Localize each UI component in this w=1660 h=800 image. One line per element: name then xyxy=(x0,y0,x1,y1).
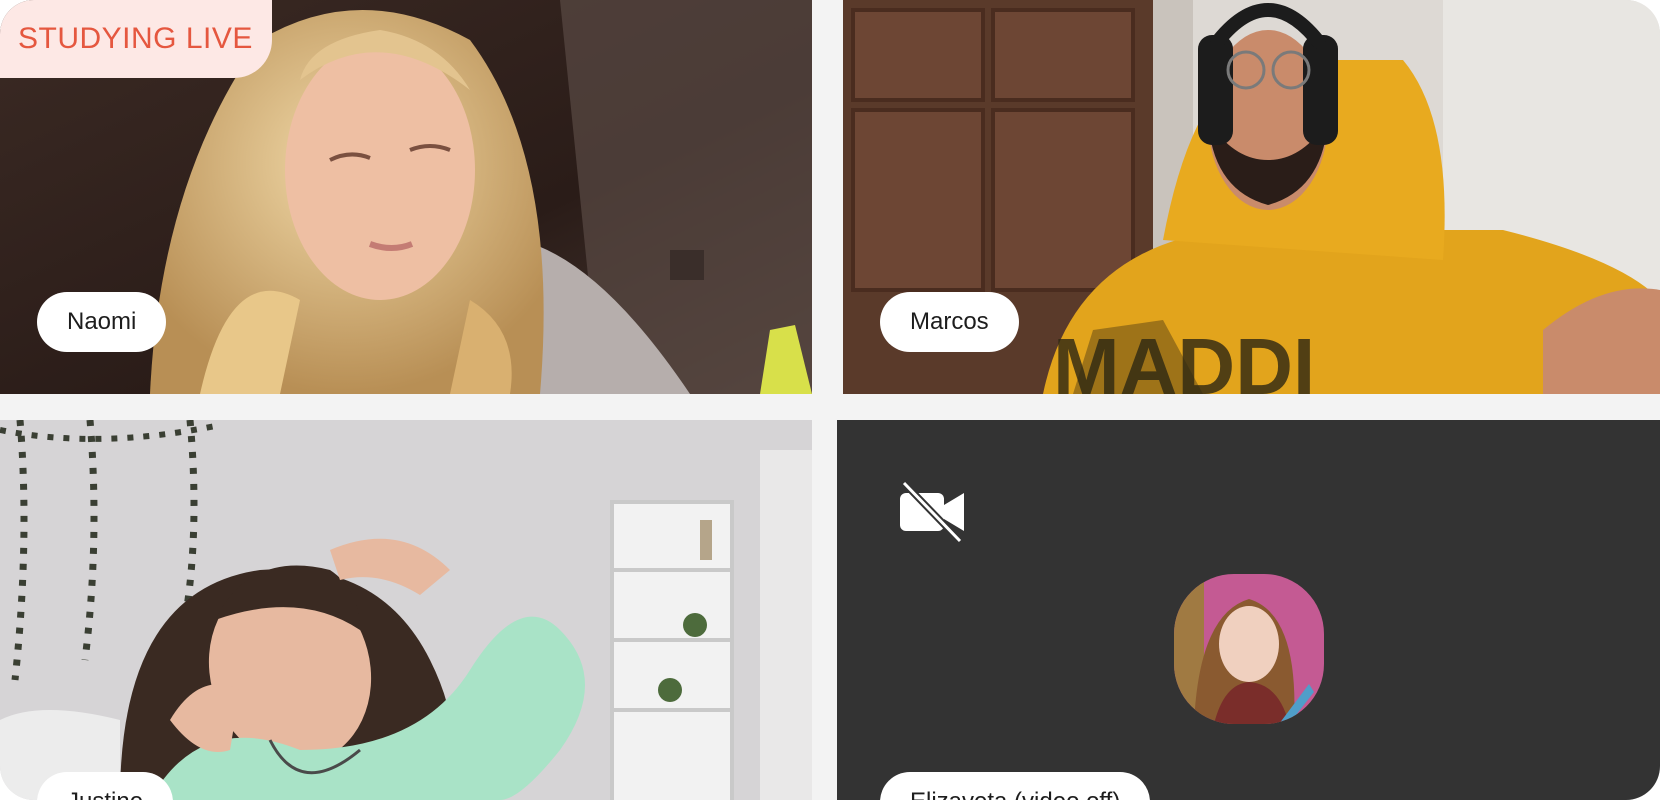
video-tile-justine[interactable]: Justine xyxy=(0,420,812,800)
video-call-grid: STUDYING LIVE Naomi MADDI Marcos xyxy=(0,0,1660,800)
video-tile-naomi[interactable]: STUDYING LIVE Naomi xyxy=(0,0,812,394)
video-off-icon xyxy=(900,480,964,544)
participant-name-label: Elizaveta (video off) xyxy=(880,772,1151,800)
video-tile-marcos[interactable]: MADDI Marcos xyxy=(843,0,1660,394)
participant-avatar xyxy=(1174,574,1324,724)
svg-text:MADDI: MADDI xyxy=(1053,322,1315,394)
studying-live-badge: STUDYING LIVE xyxy=(0,0,272,78)
participant-name-label: Justine xyxy=(37,772,174,800)
participant-name-label: Naomi xyxy=(37,292,167,352)
participant-name-label: Marcos xyxy=(880,292,1019,352)
video-tile-elizaveta[interactable]: Elizaveta (video off) xyxy=(837,420,1660,800)
justine-video-feed xyxy=(0,420,812,800)
